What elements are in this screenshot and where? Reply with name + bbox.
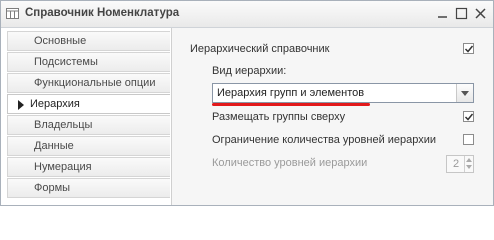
active-arrow-icon [18, 100, 24, 110]
nav-item-label: Основные [34, 35, 87, 47]
nav-item-forms[interactable]: Формы [7, 178, 170, 198]
hierarchy-type-label: Вид иерархии: [212, 65, 287, 77]
nav-item-label: Нумерация [34, 161, 92, 173]
nav-item-label: Данные [34, 140, 74, 152]
nav-item-label: Функциональные опции [34, 77, 156, 89]
section-nav: Основные Подсистемы Функциональные опции… [1, 28, 171, 205]
hierarchical-checkbox[interactable] [463, 43, 474, 54]
checkmark-icon [464, 113, 474, 121]
levels-count-stepper[interactable]: 2 [446, 155, 474, 173]
title-bar: Справочник Номенклатура [1, 1, 493, 28]
nav-item-numbering[interactable]: Нумерация [7, 157, 170, 177]
limit-levels-checkbox[interactable] [463, 134, 474, 145]
levels-count-value: 2 [453, 158, 460, 170]
dropdown-arrow-icon[interactable] [456, 84, 473, 102]
stepper-up-icon[interactable] [466, 158, 472, 162]
maximize-icon [455, 7, 468, 20]
nav-item-data[interactable]: Данные [7, 136, 170, 156]
minimize-icon [438, 16, 447, 18]
nav-item-owners[interactable]: Владельцы [7, 115, 170, 135]
hierarchical-label: Иерархический справочник [190, 43, 330, 55]
nav-item-label: Подсистемы [34, 56, 98, 68]
close-button[interactable] [473, 6, 488, 21]
close-icon [475, 8, 486, 19]
catalog-icon [6, 7, 19, 20]
stepper-arrows[interactable] [464, 156, 473, 172]
minimize-button[interactable] [435, 6, 450, 21]
hierarchy-type-select[interactable]: Иерархия групп и элементов [212, 83, 474, 103]
levels-count-label: Количество уровней иерархии [212, 157, 368, 169]
hierarchy-type-value: Иерархия групп и элементов [217, 87, 365, 99]
nav-item-hierarchy[interactable]: Иерархия [7, 94, 170, 114]
nav-item-label: Формы [34, 182, 71, 194]
nav-item-label: Владельцы [34, 119, 93, 131]
nav-item-label: Иерархия [30, 98, 80, 110]
red-underline-annotation [212, 103, 370, 106]
maximize-button[interactable] [454, 6, 469, 21]
nav-item-basic[interactable]: Основные [7, 31, 170, 51]
checkmark-icon [464, 45, 474, 53]
window-title: Справочник Номенклатура [25, 7, 180, 19]
hierarchy-panel: Иерархический справочник Вид иерархии: И… [171, 28, 493, 205]
groups-on-top-label: Размещать группы сверху [212, 111, 346, 123]
nav-item-subsystems[interactable]: Подсистемы [7, 52, 170, 72]
limit-levels-label: Ограничение количества уровней иерархии [212, 134, 437, 146]
stepper-down-icon[interactable] [466, 165, 472, 169]
window: Справочник Номенклатура Основные Подсист… [0, 0, 494, 206]
groups-on-top-checkbox[interactable] [463, 111, 474, 122]
nav-item-functional-options[interactable]: Функциональные опции [7, 73, 170, 93]
